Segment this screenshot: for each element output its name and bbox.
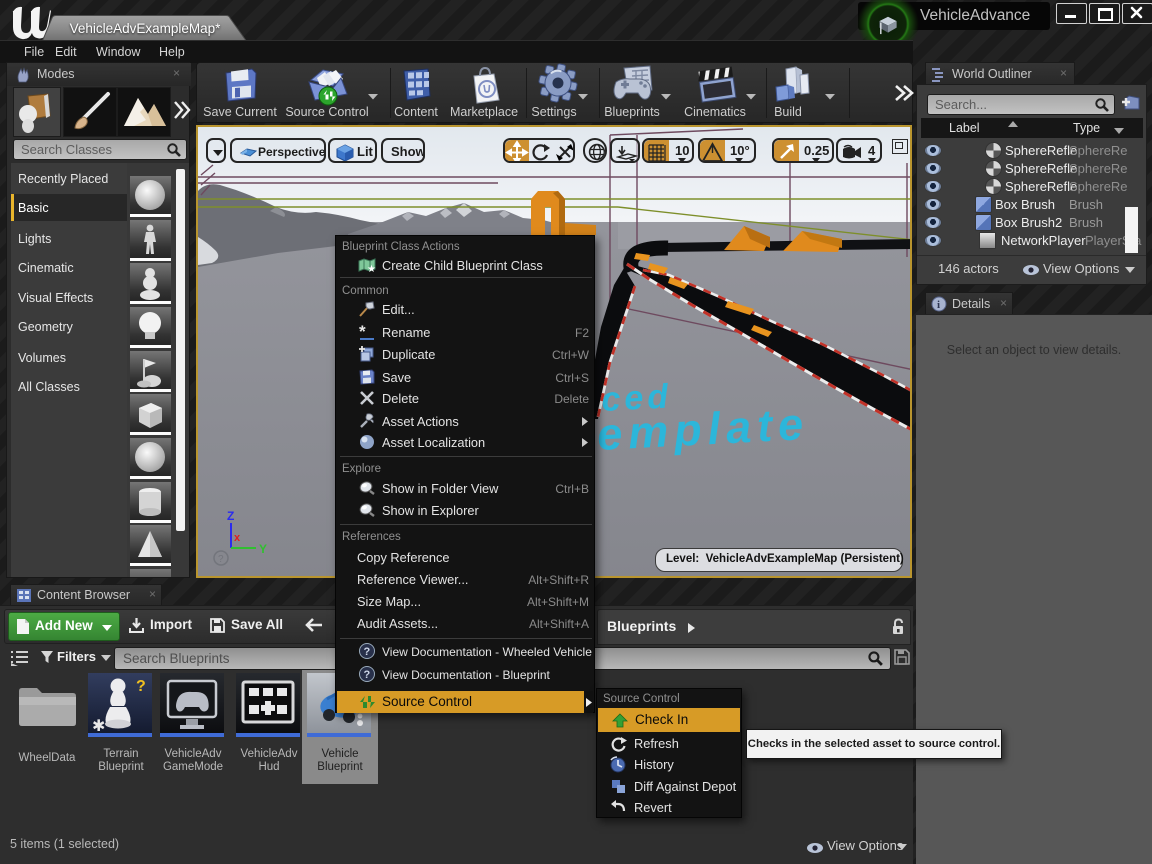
svg-text:?: ?: [364, 669, 371, 681]
svg-text:✱: ✱: [92, 718, 105, 735]
svg-text:★: ★: [367, 264, 376, 273]
svg-text:Z: Z: [227, 509, 234, 523]
svg-text:i: i: [937, 299, 940, 311]
svg-text:Y: Y: [259, 542, 267, 556]
svg-text:?: ?: [136, 678, 146, 695]
svg-text:x: x: [234, 532, 241, 544]
svg-text:?: ?: [218, 554, 224, 565]
svg-text:?: ?: [364, 646, 371, 658]
